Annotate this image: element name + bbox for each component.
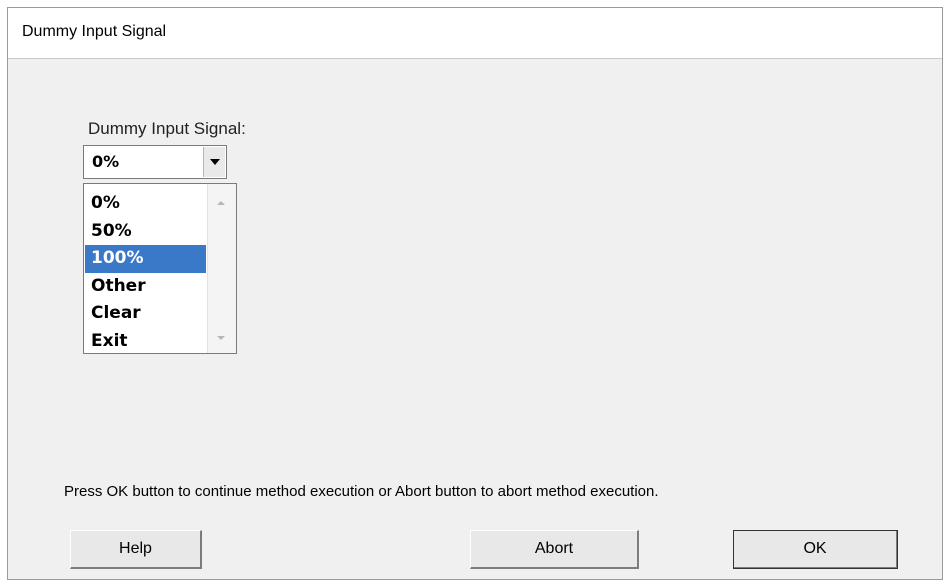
dialog-window: Dummy Input Signal Dummy Input Signal: 0… [7, 7, 943, 580]
option-0-percent[interactable]: 0% [85, 190, 206, 218]
window-title: Dummy Input Signal [22, 23, 167, 40]
dummy-input-signal-label: Dummy Input Signal: [88, 119, 246, 138]
dropdown-list[interactable]: 0% 50% 100% Other Clear Exit [83, 183, 237, 354]
abort-button[interactable]: Abort [470, 530, 639, 569]
dummy-input-signal-combobox[interactable]: 0% [83, 145, 227, 179]
chevron-down-icon [210, 159, 220, 165]
combobox-selected-value: 0% [92, 152, 120, 171]
option-other[interactable]: Other [85, 273, 206, 301]
title-bar[interactable]: Dummy Input Signal [8, 8, 942, 59]
option-clear[interactable]: Clear [85, 300, 206, 328]
option-50-percent[interactable]: 50% [85, 218, 206, 246]
scroll-up-icon[interactable] [217, 201, 225, 205]
option-exit[interactable]: Exit [85, 328, 206, 356]
scroll-down-icon[interactable] [217, 336, 225, 340]
option-100-percent[interactable]: 100% [85, 245, 206, 273]
instruction-message: Press OK button to continue method execu… [64, 483, 659, 500]
combobox-dropdown-button[interactable] [203, 147, 225, 177]
option-list: 0% 50% 100% Other Clear Exit [85, 190, 206, 355]
help-button[interactable]: Help [70, 530, 202, 569]
dropdown-scrollbar[interactable] [207, 184, 236, 353]
ok-button[interactable]: OK [733, 530, 898, 569]
